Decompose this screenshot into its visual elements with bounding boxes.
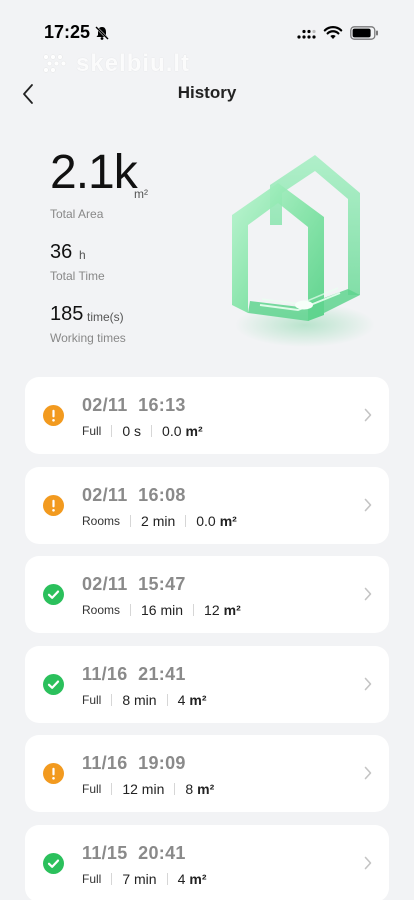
- history-datetime: 02/11 15:47: [82, 574, 186, 594]
- history-details: Rooms 2 min 0.0 m²: [82, 511, 237, 531]
- history-details: Full 12 min 8 m²: [82, 779, 214, 799]
- history-area-unit: m²: [223, 602, 241, 618]
- history-datetime: 02/11 16:13: [82, 395, 186, 415]
- history-area: 12: [204, 602, 220, 618]
- divider: [130, 515, 132, 527]
- chevron-right-icon: [364, 856, 372, 870]
- check-icon: [43, 853, 64, 874]
- history-details: Full 7 min 4 m²: [82, 869, 207, 889]
- history-mode: Full: [82, 872, 102, 886]
- divider: [111, 425, 113, 437]
- warning-icon: [43, 763, 64, 784]
- history-area-unit: m²: [189, 871, 207, 887]
- history-area: 0.0: [196, 513, 216, 529]
- history-card[interactable]: 11/16 21:41 Full 8 min 4 m²: [25, 646, 389, 723]
- history-details: Full 0 s 0.0 m²: [82, 421, 203, 441]
- chevron-right-icon: [364, 587, 372, 601]
- history-details: Rooms 16 min 12 m²: [82, 600, 241, 620]
- history-mode: Full: [82, 693, 102, 707]
- page-title: History: [177, 83, 237, 102]
- history-datetime: 11/15 20:41: [82, 843, 186, 863]
- history-mode: Full: [82, 424, 102, 438]
- house-illustration: [232, 155, 375, 347]
- working-times-label: Working times: [50, 331, 126, 345]
- check-icon: [43, 674, 64, 695]
- history-datetime: 02/11 16:08: [82, 485, 186, 505]
- total-time-value: 36: [50, 241, 73, 263]
- history-mode: Full: [82, 782, 102, 796]
- working-times-value: 185: [50, 303, 84, 325]
- history-area: 8: [185, 781, 194, 797]
- chevron-right-icon: [364, 408, 372, 422]
- history-card[interactable]: 02/11 16:08 Rooms 2 min 0.0 m²: [25, 467, 389, 544]
- divider: [111, 873, 113, 885]
- history-duration: 8 min: [122, 692, 157, 708]
- status-time: 17:25: [44, 22, 91, 42]
- total-area-label: Total Area: [50, 207, 104, 221]
- divider: [111, 783, 113, 795]
- history-card[interactable]: 11/16 19:09 Full 12 min 8 m²: [25, 735, 389, 812]
- history-duration: 2 min: [141, 513, 176, 529]
- history-area: 4: [177, 692, 186, 708]
- battery-icon: [350, 26, 378, 40]
- divider: [111, 694, 113, 706]
- history-area-unit: m²: [197, 781, 215, 797]
- wifi-icon: [323, 26, 343, 39]
- divider: [185, 515, 187, 527]
- history-area: 4: [177, 871, 186, 887]
- bell-muted-icon: [95, 26, 109, 40]
- chevron-right-icon: [364, 498, 372, 512]
- check-icon: [43, 584, 64, 605]
- divider: [174, 783, 176, 795]
- nav-bar: History: [0, 72, 414, 116]
- total-area-value: 2.1k: [50, 146, 138, 199]
- divider: [151, 425, 153, 437]
- chevron-right-icon: [364, 766, 372, 780]
- history-duration: 0 s: [122, 423, 142, 439]
- history-mode: Rooms: [82, 514, 121, 528]
- total-time-unit: h: [79, 248, 86, 262]
- history-datetime: 11/16 19:09: [82, 753, 186, 773]
- divider: [166, 694, 168, 706]
- history-area-unit: m²: [185, 423, 203, 439]
- working-times-unit: time(s): [87, 310, 124, 324]
- history-datetime: 11/16 21:41: [82, 664, 186, 684]
- divider: [130, 604, 132, 616]
- history-card[interactable]: 02/11 15:47 Rooms 16 min 12 m²: [25, 556, 389, 633]
- history-duration: 12 min: [122, 781, 165, 797]
- history-area-unit: m²: [189, 692, 207, 708]
- history-card[interactable]: 11/15 20:41 Full 7 min 4 m²: [25, 825, 389, 900]
- divider: [166, 873, 168, 885]
- signal-icon: [297, 29, 316, 39]
- history-duration: 16 min: [141, 602, 184, 618]
- total-time-label: Total Time: [50, 269, 105, 283]
- chevron-right-icon: [364, 677, 372, 691]
- history-details: Full 8 min 4 m²: [82, 690, 207, 710]
- warning-icon: [43, 495, 64, 516]
- history-card[interactable]: 02/11 16:13 Full 0 s 0.0 m²: [25, 377, 389, 454]
- history-duration: 7 min: [122, 871, 157, 887]
- history-area-unit: m²: [219, 513, 237, 529]
- history-mode: Rooms: [82, 603, 121, 617]
- warning-icon: [43, 405, 64, 426]
- history-area: 0.0: [162, 423, 182, 439]
- divider: [193, 604, 195, 616]
- total-area-unit: m²: [134, 187, 148, 201]
